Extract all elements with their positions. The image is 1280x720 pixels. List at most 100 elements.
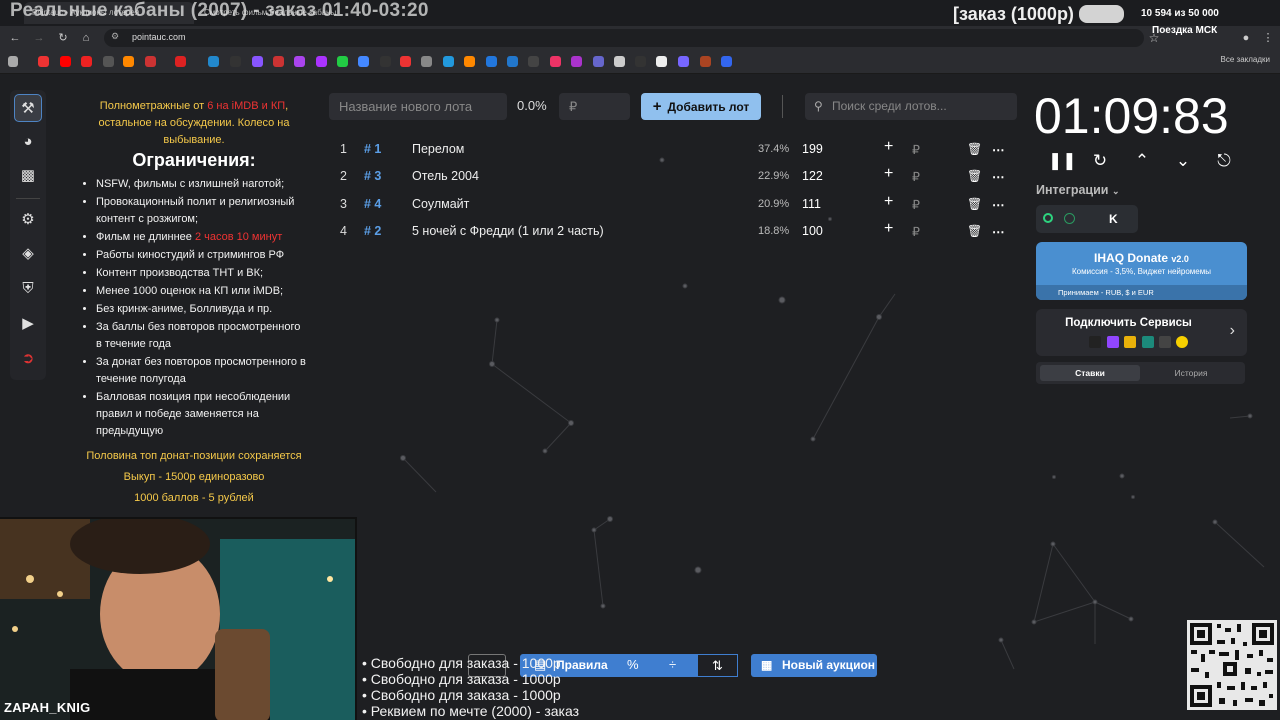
delete-icon[interactable]: 🗑 [967, 169, 982, 183]
bookmark-icon[interactable] [635, 56, 646, 67]
add-amount-icon[interactable]: + [884, 165, 893, 183]
new-lot-input[interactable]: Название нового лота [329, 93, 507, 120]
tab-history[interactable]: История [1141, 365, 1241, 381]
lot-percent: 18.8% [758, 225, 790, 237]
more-options-icon[interactable]: ⋯ [992, 142, 1005, 157]
reset-icon[interactable]: ↻ [1089, 151, 1111, 171]
lot-amount[interactable]: 199 [802, 142, 823, 156]
site-info-icon[interactable]: ⚙ [111, 31, 119, 42]
bookmark-icon[interactable] [145, 56, 156, 67]
amount-input[interactable]: ₽ [559, 93, 630, 120]
lot-row[interactable]: 4 # 2 5 ночей с Фредди (1 или 2 часть) 18.8… [328, 219, 1018, 245]
bookmark-icon[interactable] [400, 56, 411, 67]
bookmark-icon[interactable] [60, 56, 71, 67]
lot-name[interactable]: Перелом [412, 142, 464, 156]
bookmark-icon[interactable] [103, 56, 114, 67]
bookmark-icon[interactable] [175, 56, 186, 67]
bookmark-icon[interactable] [656, 56, 667, 67]
timer-up-icon[interactable]: ⌃ [1131, 151, 1153, 171]
apps-icon[interactable] [8, 56, 18, 67]
lot-row[interactable]: 2 # 3 Отель 2004 22.9% 122 + ₽ 🗑 ⋯ [328, 164, 1018, 190]
bookmark-icon[interactable] [443, 56, 454, 67]
bookmark-icon[interactable] [550, 56, 561, 67]
new-auction-button[interactable]: ▦ Новый аукцион [751, 654, 877, 677]
bookmark-icon[interactable] [507, 56, 518, 67]
lot-id[interactable]: # 2 [364, 224, 381, 238]
bookmark-icon[interactable] [614, 56, 625, 67]
divide-icon[interactable]: ÷ [669, 657, 676, 672]
bookmark-icon[interactable] [700, 56, 711, 67]
bookmark-icon[interactable] [208, 56, 219, 67]
bookmark-icon[interactable] [678, 56, 689, 67]
bookmark-icon[interactable] [123, 56, 134, 67]
menu-icon[interactable]: ⋮ [1260, 30, 1276, 46]
wheel-icon[interactable]: ◕ [14, 128, 42, 156]
pause-icon[interactable]: ❚❚ [1048, 151, 1077, 171]
bookmark-icon[interactable] [273, 56, 284, 67]
lot-id[interactable]: # 1 [364, 142, 381, 156]
donatepay-icon [1124, 336, 1136, 348]
app-sidebar: ⚒ ◕ ▩ ⚙ ◈ ⛨ ▶ ➲ [10, 90, 46, 380]
shield-icon[interactable]: ⛨ [14, 275, 42, 303]
bookmark-icon[interactable] [294, 56, 305, 67]
add-amount-icon[interactable]: + [884, 193, 893, 211]
lot-name[interactable]: 5 ночей с Фредди (1 или 2 часть) [412, 224, 604, 238]
bookmark-icon[interactable] [230, 56, 241, 67]
bookmark-icon[interactable] [593, 56, 604, 67]
logout-icon[interactable]: ➲ [14, 345, 42, 373]
percent-icon[interactable]: % [627, 657, 639, 672]
forward-icon[interactable]: → [31, 30, 47, 46]
bookmark-icon[interactable] [421, 56, 432, 67]
tab-bets[interactable]: Ставки [1040, 365, 1140, 381]
bookmark-icon[interactable] [38, 56, 49, 67]
sort-icon[interactable]: ⇅ [697, 654, 738, 677]
lot-row[interactable]: 1 # 1 Перелом 37.4% 199 + ₽ 🗑 ⋯ [328, 137, 1018, 163]
bookmark-icon[interactable] [316, 56, 327, 67]
lot-id[interactable]: # 4 [364, 197, 381, 211]
lot-amount[interactable]: 122 [802, 169, 823, 183]
rules-panel: Полнометражные от 6 на iMDB и КП, осталь… [80, 98, 308, 511]
reload-icon[interactable]: ↻ [55, 30, 71, 46]
bookmark-icon[interactable] [380, 56, 391, 67]
delete-icon[interactable]: 🗑 [967, 142, 982, 156]
back-icon[interactable]: ← [7, 30, 23, 46]
home-icon[interactable]: ⌂ [78, 30, 94, 46]
connect-services-card[interactable]: Подключить Сервисы › [1036, 309, 1247, 356]
lot-name[interactable]: Отель 2004 [412, 169, 479, 183]
lot-name[interactable]: Соулмайт [412, 197, 469, 211]
auction-hammer-icon[interactable]: ⚒ [14, 94, 42, 122]
profile-icon[interactable]: ● [1238, 30, 1254, 46]
bookmark-icon[interactable] [252, 56, 263, 67]
lot-amount[interactable]: 100 [802, 224, 823, 238]
bookmark-icon[interactable] [464, 56, 475, 67]
video-library-icon[interactable]: ▶ [14, 310, 42, 338]
more-options-icon[interactable]: ⋯ [992, 197, 1005, 212]
lot-id[interactable]: # 3 [364, 169, 381, 183]
timer-down-icon[interactable]: ⌄ [1172, 151, 1194, 171]
add-lot-button[interactable]: + Добавить лот [641, 93, 761, 120]
bookmark-icon[interactable] [486, 56, 497, 67]
add-amount-icon[interactable]: + [884, 138, 893, 156]
lot-row[interactable]: 3 # 4 Соулмайт 20.9% 111 + ₽ 🗑 ⋯ [328, 192, 1018, 218]
bookmark-icon[interactable] [721, 56, 732, 67]
stats-icon[interactable]: ▩ [14, 162, 42, 190]
settings-icon[interactable]: ⚙ [14, 206, 42, 234]
more-options-icon[interactable]: ⋯ [992, 169, 1005, 184]
bookmark-icon[interactable] [571, 56, 582, 67]
bookmark-icon[interactable] [358, 56, 369, 67]
delete-icon[interactable]: 🗑 [967, 224, 982, 238]
more-options-icon[interactable]: ⋯ [992, 224, 1005, 239]
url-field[interactable]: ⚙ pointauc.com [104, 29, 1144, 47]
lot-amount[interactable]: 111 [802, 197, 821, 211]
add-amount-icon[interactable]: + [884, 220, 893, 238]
donate-card[interactable]: IHAQ Donate v2.0 Комиссия - 3,5%, Виджет… [1036, 242, 1247, 300]
lot-search-input[interactable]: ⚲ Поиск среди лотов... [805, 93, 1017, 120]
timer-max-icon[interactable]: ⎋ [1213, 151, 1235, 171]
bookmark-icon[interactable] [337, 56, 348, 67]
layers-icon[interactable]: ◈ [14, 240, 42, 268]
delete-icon[interactable]: 🗑 [967, 197, 982, 211]
all-bookmarks-link[interactable]: Все закладки [1221, 55, 1270, 64]
integrations-toggle[interactable]: Интеграции ⌄ [1036, 183, 1120, 197]
bookmark-icon[interactable] [81, 56, 92, 67]
bookmark-icon[interactable] [528, 56, 539, 67]
